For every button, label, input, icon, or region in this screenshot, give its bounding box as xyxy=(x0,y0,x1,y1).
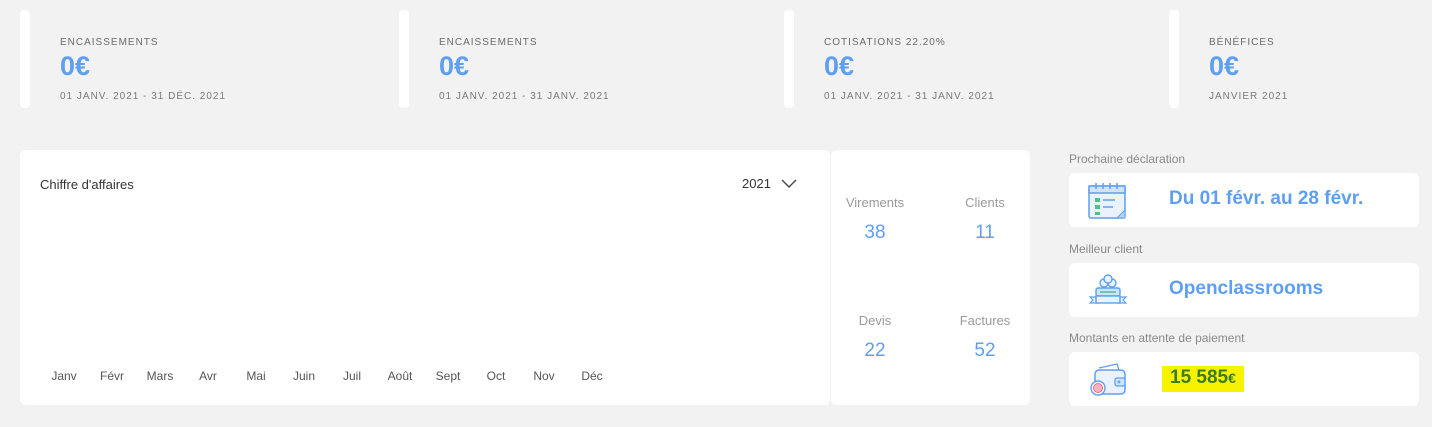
stat-period: 01 JANV. 2021 - 31 DÉC. 2021 xyxy=(60,91,227,102)
stat-benefices: BÉNÉFICES 0€ JANVIER 2021 xyxy=(1169,10,1419,108)
next-declaration-label: Prochaine déclaration xyxy=(1069,152,1186,166)
trophy-icon xyxy=(1088,274,1128,304)
pending-amount-card[interactable]: 15 585€ xyxy=(1069,352,1419,406)
metric-virements[interactable]: Virements 38 xyxy=(820,195,930,244)
pending-amount-value: 15 585€ xyxy=(1162,366,1244,392)
month-label: Janv xyxy=(51,369,77,383)
metric-label: Factures xyxy=(959,313,1011,328)
stat-encaissements-month: ENCAISSEMENTS 0€ 01 JANV. 2021 - 31 JANV… xyxy=(399,10,759,108)
stat-value: 0€ xyxy=(60,51,91,81)
metric-clients[interactable]: Clients 11 xyxy=(930,195,1040,244)
stat-label: BÉNÉFICES xyxy=(1209,37,1275,48)
month-label: Mars xyxy=(146,369,174,383)
month-label: Déc xyxy=(581,369,603,383)
stat-value: 0€ xyxy=(439,51,470,81)
year-select[interactable]: 2021 xyxy=(742,176,797,191)
pending-amount-label: Montants en attente de paiement xyxy=(1069,331,1245,345)
month-label: Juil xyxy=(342,369,362,383)
metric-label: Devis xyxy=(858,313,892,328)
metric-value: 38 xyxy=(864,222,886,243)
stat-value: 0€ xyxy=(1209,51,1240,81)
best-client-card[interactable]: Openclassrooms xyxy=(1069,263,1419,317)
metric-value: 22 xyxy=(864,340,886,361)
wallet-icon xyxy=(1090,363,1126,396)
revenue-chart-card: Chiffre d'affaires 2021 Janv Févr Mars Avr M… xyxy=(20,150,830,405)
month-label: Juin xyxy=(292,369,316,383)
stat-period: 01 JANV. 2021 - 31 JANV. 2021 xyxy=(824,91,995,102)
pending-amount-unit: € xyxy=(1228,370,1236,386)
stat-value: 0€ xyxy=(824,51,855,81)
pending-amount-number: 15 585 xyxy=(1170,367,1229,388)
next-declaration-text: Du 01 févr. au 28 févr. xyxy=(1169,188,1364,209)
stat-accent-bar xyxy=(20,10,30,108)
best-client-text: Openclassrooms xyxy=(1169,278,1324,299)
stat-period: 01 JANV. 2021 - 31 JANV. 2021 xyxy=(439,91,610,102)
month-label: Avr xyxy=(199,369,217,383)
metric-factures[interactable]: Factures 52 xyxy=(930,313,1040,362)
revenue-chart-title: Chiffre d'affaires xyxy=(40,177,134,192)
stat-accent-bar xyxy=(399,10,409,108)
metric-label: Virements xyxy=(845,195,905,210)
month-label: Août xyxy=(387,369,413,383)
month-label: Nov xyxy=(533,369,555,383)
month-label: Mai xyxy=(246,369,266,383)
stat-encaissements-year: ENCAISSEMENTS 0€ 01 JANV. 2021 - 31 DÉC.… xyxy=(20,10,380,108)
stat-cotisations: COTISATIONS 22.20% 0€ 01 JANV. 2021 - 31… xyxy=(784,10,1144,108)
metric-devis[interactable]: Devis 22 xyxy=(820,313,930,362)
calendar-icon xyxy=(1088,183,1126,219)
stat-label: COTISATIONS 22.20% xyxy=(824,37,946,48)
month-label: Oct xyxy=(486,369,506,383)
stat-accent-bar xyxy=(1169,10,1179,108)
month-label: Sept xyxy=(435,369,461,383)
stat-label: ENCAISSEMENTS xyxy=(60,37,159,48)
metric-value: 52 xyxy=(974,340,996,361)
stat-period: JANVIER 2021 xyxy=(1209,91,1289,102)
year-select-value: 2021 xyxy=(742,176,771,191)
best-client-label: Meilleur client xyxy=(1069,242,1143,256)
month-label: Févr xyxy=(100,369,124,383)
metric-label: Clients xyxy=(965,195,1005,210)
metrics-card: Virements 38 Clients 11 Devis 22 Facture… xyxy=(831,150,1030,405)
metric-value: 11 xyxy=(975,222,995,243)
next-declaration-card[interactable]: Du 01 févr. au 28 févr. xyxy=(1069,173,1419,227)
stat-label: ENCAISSEMENTS xyxy=(439,37,538,48)
chevron-down-icon xyxy=(781,179,797,188)
stat-accent-bar xyxy=(784,10,794,108)
